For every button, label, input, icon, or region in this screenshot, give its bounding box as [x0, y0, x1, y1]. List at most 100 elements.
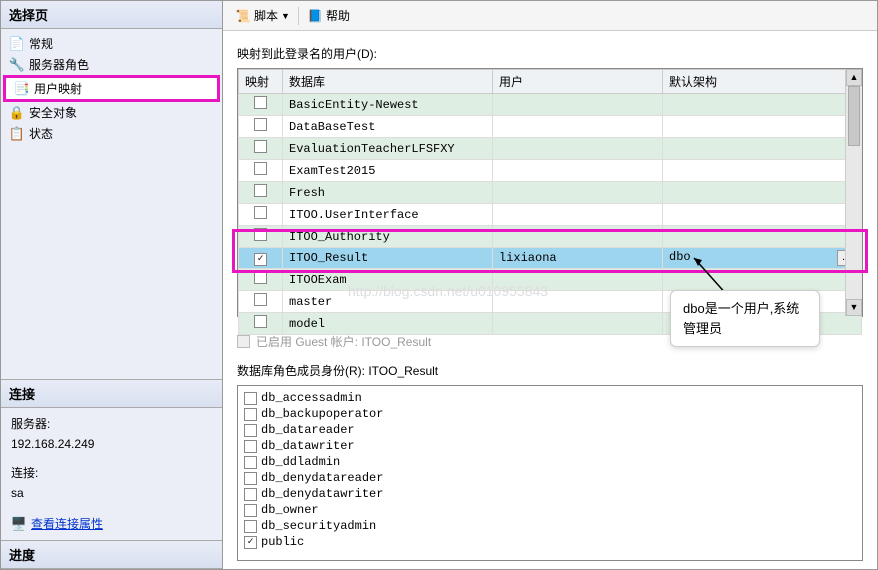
mapping-label: 映射到此登录名的用户(D): — [237, 45, 863, 62]
nav-general[interactable]: 📄常规 — [1, 33, 222, 54]
map-checkbox[interactable] — [254, 184, 267, 197]
user-cell[interactable] — [493, 182, 663, 204]
select-page-header: 选择页 — [1, 1, 222, 29]
role-item[interactable]: db_accessadmin — [244, 390, 856, 406]
wrench-icon: 🔧 — [9, 57, 25, 73]
schema-cell[interactable] — [663, 138, 862, 160]
right-panel: 📜 脚本 ▼ 📘 帮助 映射到此登录名的用户(D): 映射 数据库 — [223, 1, 877, 569]
map-checkbox[interactable] — [254, 206, 267, 219]
col-user[interactable]: 用户 — [493, 70, 663, 94]
role-item[interactable]: db_denydatawriter — [244, 486, 856, 502]
schema-cell[interactable] — [663, 116, 862, 138]
db-cell: DataBaseTest — [283, 116, 493, 138]
nav-label: 用户映射 — [34, 80, 82, 97]
table-row[interactable]: Fresh — [239, 182, 862, 204]
connection-label: 连接: — [11, 463, 212, 483]
grid-scrollbar[interactable]: ▲ ▼ — [845, 69, 862, 316]
db-cell: BasicEntity-Newest — [283, 94, 493, 116]
role-name: db_backupoperator — [261, 407, 383, 421]
user-cell[interactable] — [493, 204, 663, 226]
role-checkbox[interactable] — [244, 456, 257, 469]
help-icon: 📘 — [307, 8, 323, 24]
role-item[interactable]: db_datawriter — [244, 438, 856, 454]
role-item[interactable]: db_backupoperator — [244, 406, 856, 422]
map-checkbox[interactable] — [254, 293, 267, 306]
nav-label: 状态 — [29, 125, 53, 142]
nav-status[interactable]: 📋状态 — [1, 123, 222, 144]
nav-user-mapping[interactable]: 📑用户映射 — [3, 75, 220, 102]
toolbar: 📜 脚本 ▼ 📘 帮助 — [223, 1, 877, 31]
table-row[interactable]: EvaluationTeacherLFSFXY — [239, 138, 862, 160]
role-item[interactable]: db_ddladmin — [244, 454, 856, 470]
table-row[interactable]: BasicEntity-Newest — [239, 94, 862, 116]
schema-cell[interactable] — [663, 160, 862, 182]
role-checkbox[interactable] — [244, 536, 257, 549]
db-cell: model — [283, 313, 493, 335]
db-cell: master — [283, 291, 493, 313]
role-item[interactable]: db_securityadmin — [244, 518, 856, 534]
role-item[interactable]: db_denydatareader — [244, 470, 856, 486]
help-label: 帮助 — [326, 7, 350, 24]
connection-value: sa — [11, 483, 212, 503]
role-checkbox[interactable] — [244, 408, 257, 421]
role-checkbox[interactable] — [244, 440, 257, 453]
user-cell[interactable] — [493, 313, 663, 335]
nav-label: 安全对象 — [29, 104, 77, 121]
role-name: db_accessadmin — [261, 391, 362, 405]
role-item[interactable]: db_datareader — [244, 422, 856, 438]
schema-cell[interactable] — [663, 204, 862, 226]
role-name: db_owner — [261, 503, 319, 517]
scroll-down-icon[interactable]: ▼ — [846, 299, 862, 316]
user-cell[interactable] — [493, 94, 663, 116]
properties-icon: 🖥️ — [11, 516, 27, 532]
help-button[interactable]: 📘 帮助 — [303, 5, 354, 26]
user-cell[interactable] — [493, 116, 663, 138]
col-db[interactable]: 数据库 — [283, 70, 493, 94]
script-button[interactable]: 📜 脚本 ▼ — [231, 5, 294, 26]
schema-cell[interactable] — [663, 182, 862, 204]
table-row[interactable]: ExamTest2015 — [239, 160, 862, 182]
server-label: 服务器: — [11, 414, 212, 434]
map-checkbox[interactable] — [254, 118, 267, 131]
map-checkbox[interactable] — [254, 162, 267, 175]
role-checkbox[interactable] — [244, 488, 257, 501]
user-cell[interactable] — [493, 291, 663, 313]
role-checkbox[interactable] — [244, 472, 257, 485]
guest-label: 已启用 Guest 帐户: ITOO_Result — [256, 333, 431, 350]
map-checkbox[interactable] — [254, 96, 267, 109]
role-name: db_ddladmin — [261, 455, 340, 469]
col-schema[interactable]: 默认架构 — [663, 70, 862, 94]
role-checkbox[interactable] — [244, 392, 257, 405]
map-checkbox[interactable] — [254, 315, 267, 328]
guest-checkbox — [237, 335, 250, 348]
role-checkbox[interactable] — [244, 520, 257, 533]
user-cell[interactable] — [493, 160, 663, 182]
view-connection-props-link[interactable]: 查看连接属性 — [31, 514, 103, 534]
nav-server-roles[interactable]: 🔧服务器角色 — [1, 54, 222, 75]
map-checkbox[interactable] — [254, 140, 267, 153]
status-icon: 📋 — [9, 126, 25, 142]
nav-securables[interactable]: 🔒安全对象 — [1, 102, 222, 123]
chevron-down-icon: ▼ — [281, 11, 290, 21]
user-cell[interactable] — [493, 138, 663, 160]
script-icon: 📜 — [235, 8, 251, 24]
nav-label: 服务器角色 — [29, 56, 89, 73]
db-cell: ITOO.UserInterface — [283, 204, 493, 226]
progress-header: 进度 — [1, 541, 222, 569]
scroll-up-icon[interactable]: ▲ — [846, 69, 862, 86]
schema-cell[interactable] — [663, 94, 862, 116]
role-item[interactable]: public — [244, 534, 856, 550]
role-name: db_datareader — [261, 423, 355, 437]
role-name: db_denydatawriter — [261, 487, 383, 501]
role-checkbox[interactable] — [244, 504, 257, 517]
connection-header: 连接 — [1, 380, 222, 408]
col-map[interactable]: 映射 — [239, 70, 283, 94]
role-checkbox[interactable] — [244, 424, 257, 437]
highlight-box-row — [232, 229, 868, 273]
role-item[interactable]: db_owner — [244, 502, 856, 518]
table-row[interactable]: DataBaseTest — [239, 116, 862, 138]
table-row[interactable]: ITOO.UserInterface — [239, 204, 862, 226]
scroll-thumb[interactable] — [848, 86, 860, 146]
roles-label: 数据库角色成员身份(R): ITOO_Result — [237, 362, 863, 379]
left-panel: 选择页 📄常规 🔧服务器角色 📑用户映射 🔒安全对象 📋状态 连接 服务器: 1… — [1, 1, 223, 569]
